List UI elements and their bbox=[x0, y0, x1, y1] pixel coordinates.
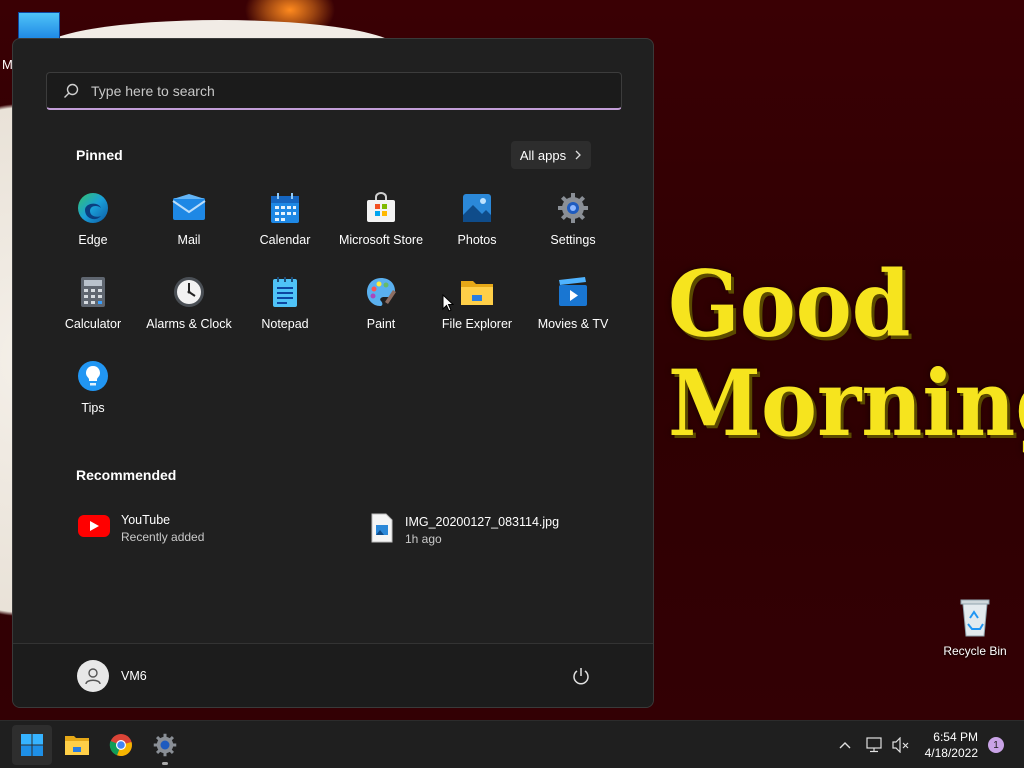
show-hidden-icons-button[interactable] bbox=[838, 721, 852, 768]
pinned-app-edge[interactable]: Edge bbox=[45, 189, 141, 261]
taskbar-chrome[interactable] bbox=[101, 725, 141, 765]
app-label: Calendar bbox=[259, 233, 311, 247]
app-label: Calculator bbox=[64, 317, 122, 331]
paint-icon bbox=[364, 275, 398, 309]
pinned-app-settings[interactable]: Settings bbox=[525, 189, 621, 261]
calculator-icon bbox=[76, 275, 110, 309]
pinned-app-notepad[interactable]: Notepad bbox=[237, 273, 333, 345]
recommended-item-youtube[interactable]: YouTube Recently added bbox=[77, 513, 204, 544]
folder-icon bbox=[460, 275, 494, 309]
volume-muted-icon bbox=[892, 737, 909, 753]
start-menu-footer: VM6 bbox=[13, 643, 653, 707]
recommended-item-title: IMG_20200127_083114.jpg bbox=[405, 515, 560, 529]
chevron-right-icon bbox=[575, 150, 582, 160]
pinned-app-photos[interactable]: Photos bbox=[429, 189, 525, 261]
settings-icon bbox=[556, 191, 590, 225]
taskbar-settings[interactable] bbox=[145, 725, 185, 765]
chevron-up-icon bbox=[839, 742, 851, 749]
pinned-app-alarms-clock[interactable]: Alarms & Clock bbox=[141, 273, 237, 345]
pinned-app-calendar[interactable]: Calendar bbox=[237, 189, 333, 261]
avatar bbox=[77, 660, 109, 692]
user-icon bbox=[85, 668, 101, 685]
power-button[interactable] bbox=[571, 666, 591, 686]
notification-badge[interactable]: 1 bbox=[988, 737, 1004, 753]
pinned-app-calculator[interactable]: Calculator bbox=[45, 273, 141, 345]
app-label: Tips bbox=[81, 401, 105, 415]
app-label: Microsoft Store bbox=[338, 233, 424, 247]
pinned-app-tips[interactable]: Tips bbox=[45, 357, 141, 429]
tips-icon bbox=[76, 359, 110, 393]
mail-icon bbox=[172, 191, 206, 225]
chrome-icon bbox=[109, 734, 132, 757]
app-label: Alarms & Clock bbox=[146, 317, 232, 331]
desktop-shortcut-icon[interactable] bbox=[18, 12, 60, 40]
start-button[interactable] bbox=[12, 725, 52, 765]
movies-icon bbox=[556, 275, 590, 309]
pinned-app-paint[interactable]: Paint bbox=[333, 273, 429, 345]
clock-icon bbox=[172, 275, 206, 309]
network-button[interactable] bbox=[866, 721, 884, 768]
start-menu: Pinned All apps Edge bbox=[12, 38, 654, 708]
recycle-bin-icon bbox=[958, 596, 992, 638]
settings-icon bbox=[153, 733, 177, 757]
all-apps-button[interactable]: All apps bbox=[511, 141, 591, 169]
user-account-button[interactable]: VM6 bbox=[77, 660, 147, 692]
youtube-icon bbox=[77, 513, 111, 544]
notepad-icon bbox=[268, 275, 302, 309]
power-icon bbox=[573, 668, 589, 685]
volume-button[interactable] bbox=[892, 721, 910, 768]
app-label: Photos bbox=[457, 233, 497, 247]
start-icon bbox=[21, 734, 43, 756]
pinned-app-microsoft-store[interactable]: Microsoft Store bbox=[333, 189, 429, 261]
clock-time: 6:54 PM bbox=[933, 730, 978, 744]
app-label: Paint bbox=[366, 317, 396, 331]
file-explorer-icon bbox=[65, 736, 89, 755]
recommended-item-subtitle: Recently added bbox=[121, 530, 205, 544]
app-label: Edge bbox=[78, 233, 108, 247]
network-icon bbox=[866, 737, 882, 753]
app-label: Movies & TV bbox=[537, 317, 609, 331]
all-apps-label: All apps bbox=[519, 147, 567, 163]
greeting-line-2: Morning bbox=[668, 349, 1024, 457]
search-input[interactable] bbox=[91, 82, 571, 99]
app-label: Settings bbox=[550, 233, 596, 247]
recommended-item-subtitle: 1h ago bbox=[405, 532, 442, 546]
app-label: Notepad bbox=[261, 317, 309, 331]
store-icon bbox=[364, 191, 398, 225]
app-label: Mail bbox=[177, 233, 201, 247]
start-search-box[interactable] bbox=[46, 72, 622, 110]
image-file-icon bbox=[369, 513, 395, 548]
wallpaper-greeting: Good Morning bbox=[668, 250, 1024, 457]
pinned-apps-grid: Edge Mail Calendar Microsoft Store Photo… bbox=[45, 189, 637, 429]
pinned-title: Pinned bbox=[76, 147, 123, 163]
clock-date: 4/18/2022 bbox=[924, 746, 978, 760]
recycle-bin-label: Recycle Bin bbox=[943, 644, 1007, 658]
taskbar-clock[interactable]: 6:54 PM 4/18/2022 bbox=[916, 729, 978, 761]
edge-icon bbox=[76, 191, 110, 225]
taskbar-file-explorer[interactable] bbox=[57, 725, 97, 765]
pinned-app-mail[interactable]: Mail bbox=[141, 189, 237, 261]
recommended-item-image[interactable]: IMG_20200127_083114.jpg 1h ago bbox=[369, 513, 559, 548]
greeting-line-1: Good bbox=[668, 250, 911, 358]
running-indicator bbox=[162, 762, 168, 765]
user-name: VM6 bbox=[121, 669, 147, 683]
app-label: File Explorer bbox=[441, 317, 513, 331]
taskbar: 6:54 PM 4/18/2022 1 bbox=[0, 720, 1024, 768]
photos-icon bbox=[460, 191, 494, 225]
mouse-cursor-icon bbox=[442, 293, 455, 317]
pinned-app-movies-tv[interactable]: Movies & TV bbox=[525, 273, 621, 345]
recommended-title: Recommended bbox=[76, 467, 177, 483]
recycle-bin[interactable]: Recycle Bin bbox=[940, 596, 1010, 658]
search-icon bbox=[64, 83, 79, 98]
recommended-item-title: YouTube bbox=[121, 513, 171, 527]
calendar-icon bbox=[268, 191, 302, 225]
